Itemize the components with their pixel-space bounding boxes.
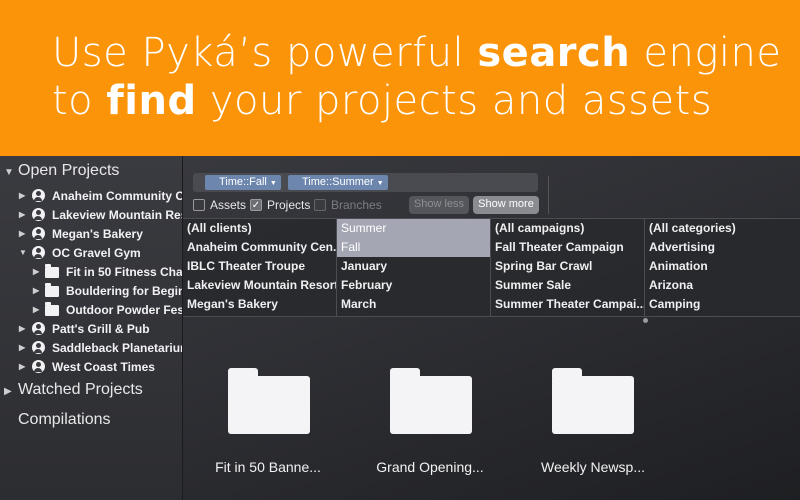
promo-banner: Use Pyká’s powerful search engine to fin…	[0, 0, 800, 156]
disclosure-collapsed-icon[interactable]: ▶	[19, 191, 31, 200]
sidebar-item-label: Lakeview Mountain Reso	[52, 207, 183, 222]
list-item[interactable]: (All clients)	[183, 219, 336, 238]
app-window: ▼Open Projects ▶ Anaheim Community Cen ▶…	[0, 156, 800, 500]
disclosure-collapsed-icon[interactable]: ▶	[19, 324, 31, 333]
checkbox-box[interactable]	[314, 199, 326, 211]
list-item[interactable]: Megan's Bakery	[183, 295, 336, 314]
chevron-down-icon[interactable]: ▼	[377, 180, 384, 187]
sidebar-item-label: Anaheim Community Cen	[52, 188, 182, 203]
disclosure-collapsed-icon[interactable]: ▶	[33, 305, 45, 314]
sidebar-section-watched-projects[interactable]: ▶ Watched Projects	[4, 381, 143, 399]
sidebar-item-subproject[interactable]: ▶ Bouldering for Beginne	[33, 281, 182, 300]
person-icon	[31, 341, 45, 355]
sidebar-section-open-projects[interactable]: ▼ Open Projects	[4, 162, 119, 180]
sidebar-item-label: Bouldering for Beginne	[66, 283, 182, 298]
checkmark-icon[interactable]: ✓	[250, 199, 262, 211]
list-item[interactable]: IBLC Theater Troupe	[183, 257, 336, 276]
categories-column[interactable]: (All categories) Advertising Animation A…	[645, 219, 800, 317]
person-icon	[31, 322, 45, 336]
sidebar-item-project[interactable]: ▼ OC Gravel Gym	[19, 243, 141, 262]
assets-checkbox[interactable]: Assets	[193, 198, 246, 212]
list-item[interactable]: Arizona	[645, 276, 800, 295]
folder-icon	[45, 264, 59, 279]
person-icon	[31, 246, 45, 260]
list-item[interactable]: Camping	[645, 295, 800, 314]
person-icon	[31, 360, 45, 374]
disclosure-collapsed-icon[interactable]: ▶	[19, 362, 31, 371]
banner-headline-line1: Use Pyká’s powerful search engine	[52, 30, 782, 76]
disclosure-collapsed-icon[interactable]: ▶	[19, 229, 31, 238]
list-item[interactable]: (All categories)	[645, 219, 800, 238]
person-icon	[31, 208, 45, 222]
disclosure-expanded-icon[interactable]: ▼	[19, 248, 31, 257]
disclosure-expanded-icon[interactable]: ▼	[4, 167, 16, 178]
sidebar-item-project[interactable]: ▶ Lakeview Mountain Reso	[19, 205, 183, 224]
campaigns-column[interactable]: (All campaigns) Fall Theater Campaign Sp…	[491, 219, 645, 317]
list-item[interactable]: Lakeview Mountain Resort	[183, 276, 336, 295]
list-item[interactable]: (All campaigns)	[491, 219, 644, 238]
list-item[interactable]: Advertising	[645, 238, 800, 257]
list-item-selected[interactable]: Fall	[337, 238, 490, 257]
sidebar-section-compilations[interactable]: Compilations	[18, 411, 110, 429]
search-token[interactable]: Time::Fall ▼	[205, 175, 281, 190]
sidebar-item-subproject[interactable]: ▶ Fit in 50 Fitness Challe	[33, 262, 183, 281]
sidebar-item-label: OC Gravel Gym	[52, 245, 141, 260]
show-less-button[interactable]: Show less	[409, 196, 469, 214]
folder-icon	[45, 302, 59, 317]
list-item[interactable]: Spring Bar Crawl	[491, 257, 644, 276]
time-column[interactable]: Summer Fall January February March	[337, 219, 491, 317]
sidebar-item-label: Outdoor Powder Festiv	[66, 302, 183, 317]
sidebar-item-project[interactable]: ▶ Saddleback Planetarium	[19, 338, 183, 357]
show-more-button[interactable]: Show more	[473, 196, 539, 214]
sidebar-item-label: West Coast Times	[52, 359, 155, 374]
folder-icon[interactable]	[390, 368, 472, 434]
list-item[interactable]: Fall Theater Campaign	[491, 238, 644, 257]
sidebar-item-label: Megan's Bakery	[52, 226, 143, 241]
sidebar-item-project[interactable]: ▶ Patt's Grill & Pub	[19, 319, 150, 338]
sidebar-item-subproject[interactable]: ▶ Outdoor Powder Festiv	[33, 300, 183, 319]
disclosure-collapsed-icon[interactable]: ▶	[33, 286, 45, 295]
projects-checkbox[interactable]: ✓ Projects	[250, 198, 310, 212]
sidebar: ▼Open Projects ▶ Anaheim Community Cen ▶…	[0, 156, 183, 500]
disclosure-collapsed-icon[interactable]: ▶	[19, 343, 31, 352]
result-label[interactable]: Weekly Newsp...	[513, 459, 673, 475]
branches-checkbox[interactable]: Branches	[314, 198, 382, 212]
divider	[548, 176, 549, 214]
list-item[interactable]: Anaheim Community Cen...	[183, 238, 336, 257]
folder-icon[interactable]	[552, 368, 634, 434]
list-item-selected[interactable]: Summer	[337, 219, 490, 238]
list-item[interactable]: Summer Theater Campai...	[491, 295, 644, 314]
banner-headline-line2: to find your projects and assets	[52, 78, 713, 124]
search-token[interactable]: Time::Summer ▼	[288, 175, 388, 190]
person-icon	[31, 227, 45, 241]
sidebar-item-label: Patt's Grill & Pub	[52, 321, 150, 336]
list-item[interactable]: February	[337, 276, 490, 295]
folder-icon	[45, 283, 59, 298]
list-item[interactable]: Summer Sale	[491, 276, 644, 295]
sidebar-item-project[interactable]: ▶ West Coast Times	[19, 357, 155, 376]
person-icon	[31, 189, 45, 203]
sidebar-item-label: Fit in 50 Fitness Challe	[66, 264, 183, 279]
disclosure-collapsed-icon[interactable]: ▶	[4, 386, 16, 397]
folder-icon[interactable]	[228, 368, 310, 434]
sidebar-item-project[interactable]: ▶ Megan's Bakery	[19, 224, 143, 243]
sidebar-item-project[interactable]: ▶ Anaheim Community Cen	[19, 186, 182, 205]
result-label[interactable]: Fit in 50 Banne...	[188, 459, 348, 475]
column-browser: (All clients) Anaheim Community Cen... I…	[183, 218, 800, 317]
checkbox-box[interactable]	[193, 199, 205, 211]
list-item[interactable]: January	[337, 257, 490, 276]
list-item[interactable]: March	[337, 295, 490, 314]
clients-column[interactable]: (All clients) Anaheim Community Cen... I…	[183, 219, 337, 317]
list-item[interactable]: Animation	[645, 257, 800, 276]
disclosure-collapsed-icon[interactable]: ▶	[19, 210, 31, 219]
disclosure-collapsed-icon[interactable]: ▶	[33, 267, 45, 276]
result-label[interactable]: Grand Opening...	[350, 459, 510, 475]
sidebar-item-label: Saddleback Planetarium	[52, 340, 183, 355]
chevron-down-icon[interactable]: ▼	[270, 180, 277, 187]
resize-handle[interactable]	[643, 318, 648, 323]
search-token-field[interactable]: Time::Fall ▼ Time::Summer ▼	[193, 173, 538, 192]
